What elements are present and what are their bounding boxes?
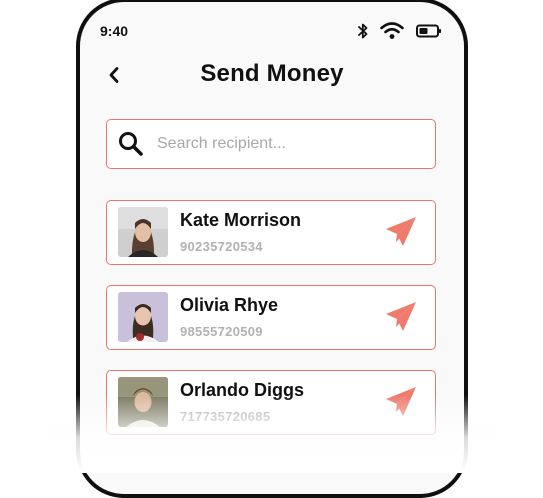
contact-name: Orlando Diggs	[180, 380, 305, 400]
contact-name: Kate Morrison	[180, 210, 302, 230]
contact-card[interactable]: Kate Morrison 90235720534	[106, 200, 436, 265]
status-time: 9:40	[100, 23, 129, 39]
search-box[interactable]	[106, 119, 436, 169]
battery-icon	[416, 24, 442, 38]
contact-phone: 98555720509	[180, 324, 263, 339]
wifi-icon	[380, 22, 404, 40]
status-bar: 9:40	[80, 2, 464, 52]
status-icons	[358, 22, 442, 40]
search-icon	[117, 130, 145, 158]
send-icon[interactable]	[384, 215, 418, 249]
page-title: Send Money	[200, 60, 344, 87]
contact-phone: 90235720534	[180, 239, 263, 254]
send-icon[interactable]	[384, 385, 418, 419]
contact-card[interactable]: Olivia Rhye 98555720509	[106, 285, 436, 350]
search-input[interactable]	[157, 135, 397, 153]
send-icon[interactable]	[384, 300, 418, 334]
phone-frame: 9:40 Send Money Search recipient... Kate…	[76, 0, 468, 498]
avatar	[118, 292, 168, 342]
avatar	[118, 207, 168, 257]
bluetooth-icon	[358, 22, 368, 40]
header: Send Money	[80, 57, 464, 97]
contact-card[interactable]: Orlando Diggs 717735720685	[106, 370, 436, 435]
contact-name: Olivia Rhye	[180, 295, 279, 315]
avatar	[118, 377, 168, 427]
contact-phone: 717735720685	[180, 409, 271, 424]
